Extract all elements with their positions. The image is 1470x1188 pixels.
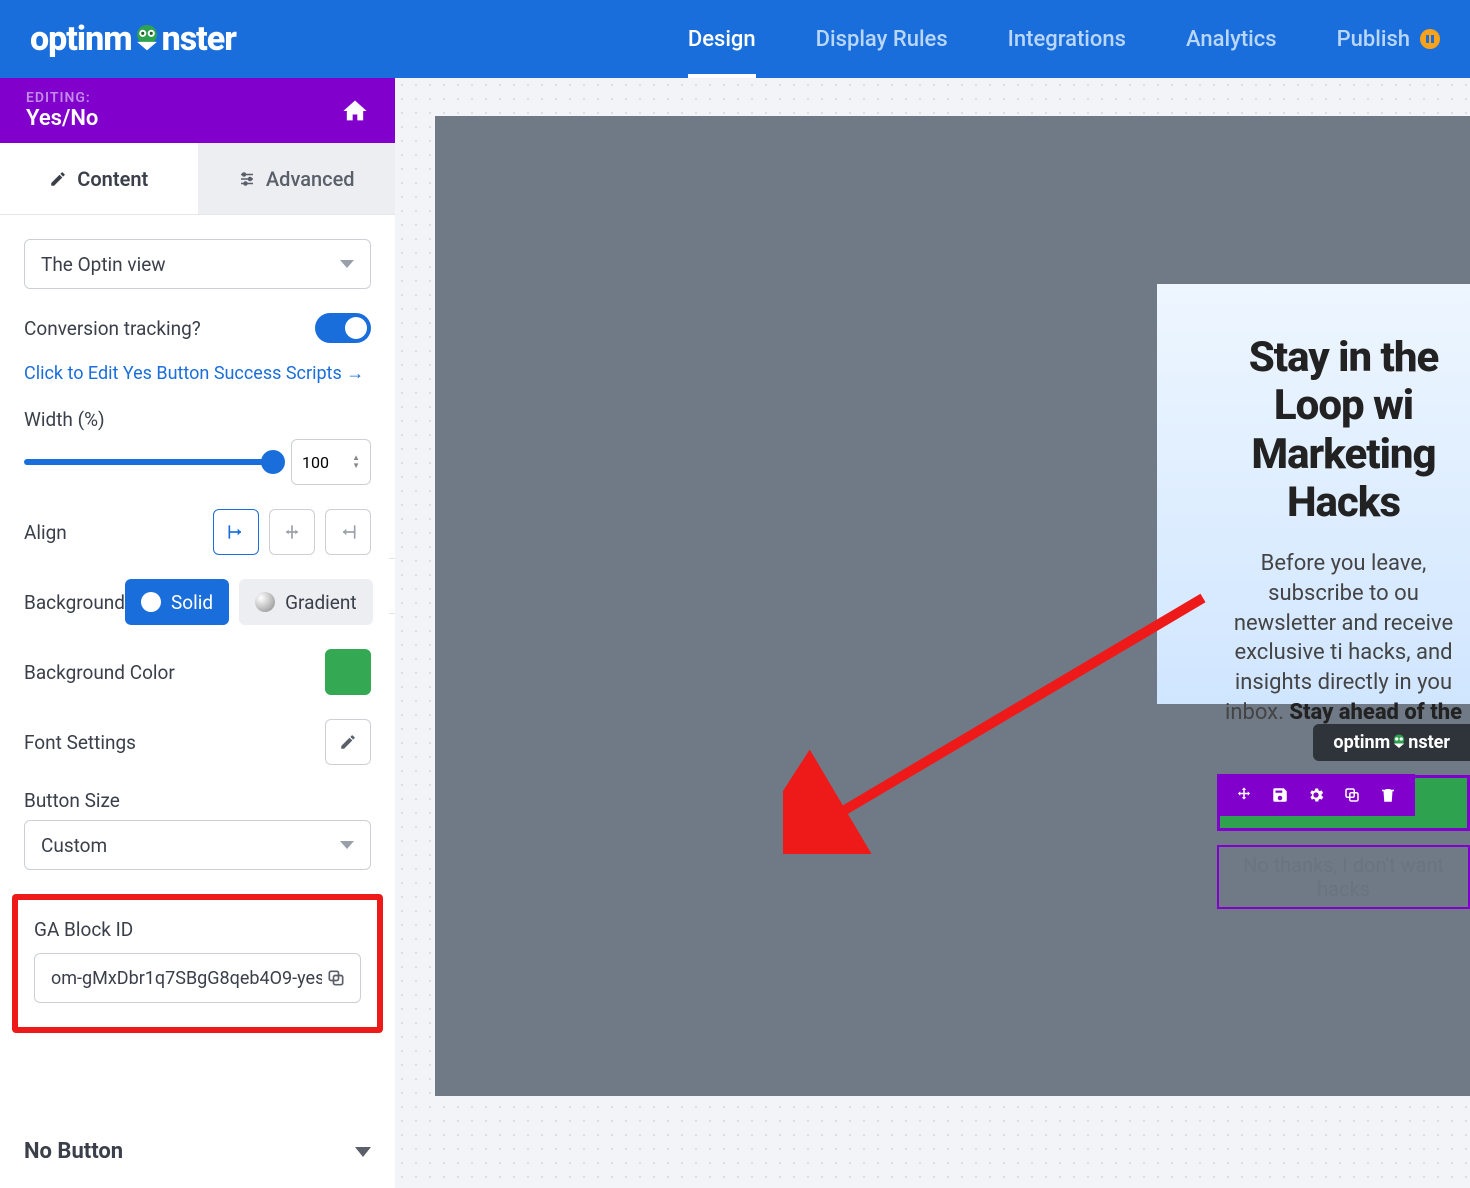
- bg-gradient-button[interactable]: Gradient: [239, 579, 372, 625]
- editing-title: Yes/No: [26, 106, 98, 131]
- solid-circle-icon: [141, 592, 161, 612]
- gear-icon[interactable]: [1307, 786, 1325, 804]
- background-label: Background: [24, 591, 125, 614]
- align-right-button[interactable]: [325, 509, 371, 555]
- no-button-section[interactable]: No Button: [0, 1114, 395, 1188]
- optinmonster-badge[interactable]: optinmnster: [1313, 724, 1470, 761]
- conversion-tracking-label: Conversion tracking?: [24, 317, 201, 340]
- sidebar: EDITING: Yes/No Content Advanced The Opt…: [0, 78, 395, 1188]
- tab-content[interactable]: Content: [0, 143, 198, 214]
- align-center-icon: [282, 522, 302, 542]
- pencil-icon: [49, 170, 67, 188]
- sidebar-header: EDITING: Yes/No: [0, 78, 395, 143]
- copy-icon[interactable]: [1343, 786, 1361, 804]
- logo-text: optinm nster: [30, 19, 236, 59]
- pencil-icon: [339, 733, 357, 751]
- save-icon[interactable]: [1271, 786, 1289, 804]
- home-icon[interactable]: [341, 97, 369, 125]
- nav-integrations[interactable]: Integrations: [1008, 0, 1126, 78]
- nav-publish[interactable]: Publish: [1337, 0, 1440, 78]
- view-select[interactable]: The Optin view: [24, 239, 371, 289]
- bg-color-swatch[interactable]: [325, 649, 371, 695]
- bg-solid-button[interactable]: Solid: [125, 579, 229, 625]
- sliders-icon: [238, 170, 256, 188]
- ga-block-input[interactable]: om-gMxDbr1q7SBgG8qeb4O9-yesno-ye: [34, 953, 361, 1003]
- nav-display-rules[interactable]: Display Rules: [816, 0, 948, 78]
- copy-button[interactable]: [322, 964, 350, 992]
- ga-block-highlight: GA Block ID om-gMxDbr1q7SBgG8qeb4O9-yesn…: [12, 894, 383, 1033]
- top-nav: Design Display Rules Integrations Analyt…: [688, 0, 1440, 78]
- gradient-circle-icon: [255, 592, 275, 612]
- move-icon[interactable]: [1235, 786, 1253, 804]
- trash-icon[interactable]: [1379, 786, 1397, 804]
- width-label: Width (%): [24, 408, 371, 431]
- align-left-icon: [226, 522, 246, 542]
- element-toolbar: [1217, 774, 1415, 816]
- top-header: optinm nster Design Display Rules Integr…: [0, 0, 1470, 78]
- copy-icon: [326, 968, 346, 988]
- edit-scripts-link[interactable]: Click to Edit Yes Button Success Scripts…: [24, 363, 371, 384]
- mascot-icon: [1390, 733, 1408, 751]
- sidebar-tabs: Content Advanced: [0, 143, 395, 215]
- design-canvas[interactable]: Stay in the Loop wi Marketing Hacks Befo…: [395, 78, 1470, 1188]
- popup-preview[interactable]: Stay in the Loop wi Marketing Hacks Befo…: [1157, 284, 1470, 704]
- width-slider[interactable]: [24, 459, 275, 465]
- editing-label: EDITING:: [26, 90, 98, 106]
- popup-heading[interactable]: Stay in the Loop wi Marketing Hacks: [1217, 334, 1470, 527]
- align-center-button[interactable]: [269, 509, 315, 555]
- align-label: Align: [24, 521, 67, 544]
- align-right-icon: [338, 522, 358, 542]
- chevron-down-icon: [355, 1147, 371, 1157]
- button-size-select[interactable]: Custom: [24, 820, 371, 870]
- mascot-icon: [130, 22, 164, 56]
- chevron-down-icon: [340, 260, 354, 268]
- chevron-down-icon: [340, 841, 354, 849]
- conversion-tracking-toggle[interactable]: [315, 313, 371, 343]
- stepper-down-icon[interactable]: ▼: [352, 462, 360, 470]
- logo[interactable]: optinm nster: [30, 14, 236, 64]
- button-size-label: Button Size: [24, 789, 371, 812]
- font-settings-button[interactable]: [325, 719, 371, 765]
- width-input[interactable]: 100 ▲ ▼: [291, 439, 371, 485]
- nav-design[interactable]: Design: [688, 0, 756, 78]
- tab-advanced[interactable]: Advanced: [198, 143, 396, 214]
- font-settings-label: Font Settings: [24, 731, 136, 754]
- bg-color-label: Background Color: [24, 661, 175, 684]
- pause-badge-icon: [1420, 29, 1440, 49]
- slider-thumb[interactable]: [261, 450, 285, 474]
- no-thanks-link[interactable]: No thanks, I don't want hacks: [1217, 845, 1470, 909]
- ga-block-label: GA Block ID: [34, 918, 361, 941]
- align-left-button[interactable]: [213, 509, 259, 555]
- nav-analytics[interactable]: Analytics: [1186, 0, 1277, 78]
